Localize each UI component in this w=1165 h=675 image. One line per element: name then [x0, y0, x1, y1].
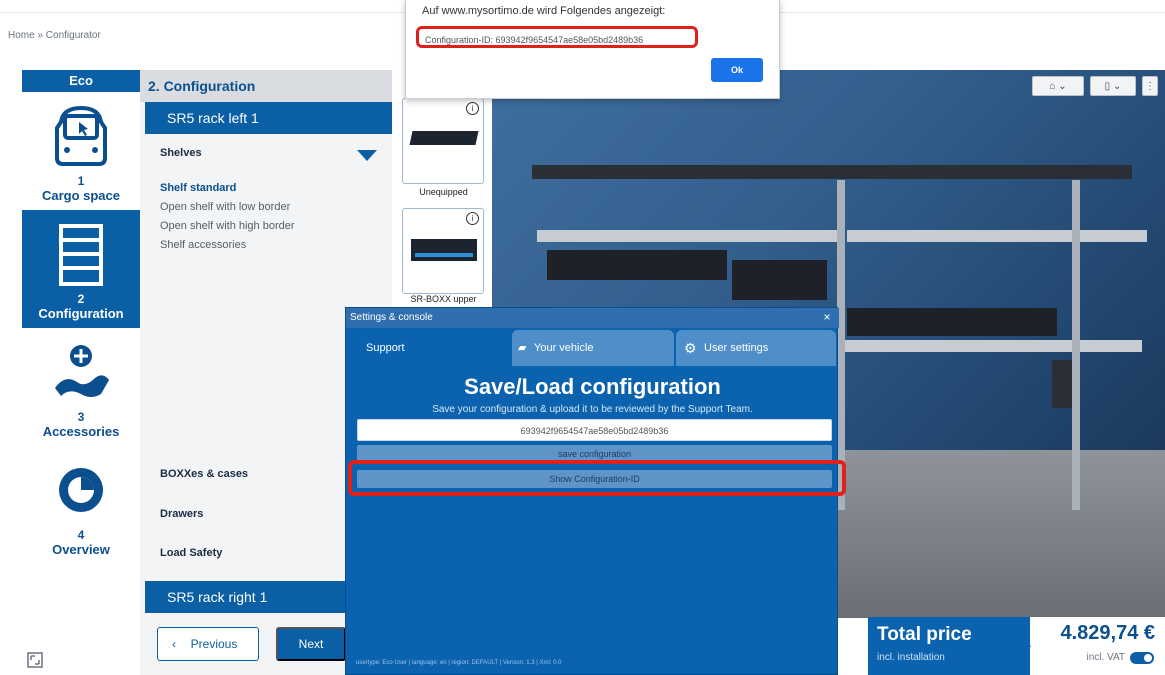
step-sidebar: Eco 1 Cargo space 2 Configuration 3 Acce… [22, 70, 140, 675]
accessories-icon [55, 345, 109, 397]
shelves-section[interactable]: Shelves [145, 147, 392, 159]
step-cargo-space[interactable]: 1 Cargo space [22, 92, 140, 210]
gear-icon: ⚙ [684, 340, 697, 356]
total-price-title: Total price [877, 624, 972, 645]
boxx-row [547, 250, 727, 280]
vat-label: incl. VAT [1086, 652, 1125, 663]
price-arrow [1005, 617, 1031, 675]
dialog-title: Settings & console [346, 308, 839, 328]
load-strap [1052, 360, 1072, 408]
sidebar-header: Eco [22, 70, 140, 92]
configuration-heading: 2. Configuration [140, 70, 392, 102]
boxx-image-accent [415, 253, 473, 257]
more-options-button[interactable]: ⋮ [1142, 76, 1158, 96]
boxx-row [732, 260, 827, 300]
rack-top-shelf [532, 165, 1132, 179]
tab-label: User settings [704, 342, 769, 354]
thumb-srboxx-upper[interactable]: i [402, 208, 484, 294]
browser-alert: Auf www.mysortimo.de wird Folgendes ange… [405, 0, 780, 99]
dialog-subtitle: Save your configuration & upload it to b… [432, 404, 753, 415]
alert-message: Configuration-ID: 693942f9654547ae58e05b… [416, 26, 698, 48]
step-accessories[interactable]: 3 Accessories [22, 328, 140, 446]
step-label: Configuration [38, 306, 124, 321]
breadcrumb[interactable]: Home » Configurator [8, 30, 101, 41]
thumb-caption: SR-BOXX upper [410, 294, 477, 304]
highlight-box [348, 460, 846, 496]
alert-ok-button[interactable]: Ok [711, 58, 763, 82]
rack-upright [1072, 180, 1080, 510]
step-number: 3 [77, 410, 85, 424]
rack-shelf [537, 230, 837, 242]
thumb-unequipped[interactable]: i [402, 98, 484, 184]
alert-title: Auf www.mysortimo.de wird Folgendes ange… [422, 5, 666, 17]
step-number: 4 [77, 528, 85, 542]
next-button[interactable]: Next [276, 627, 346, 661]
step-number: 2 [77, 292, 85, 306]
rack-icon: ▯ ⌄ [1104, 81, 1122, 92]
shelf-option[interactable]: Shelf accessories [160, 239, 246, 251]
configuration-id-field[interactable]: 693942f9654547ae58e05bd2489b36 [357, 419, 832, 441]
product-thumbnails: i Unequipped i SR-BOXX upper [395, 97, 492, 317]
shelf-option[interactable]: Shelf standard [160, 182, 236, 194]
thumb-caption: Unequipped [419, 187, 468, 197]
total-price-subtitle: incl. installation [877, 652, 945, 663]
shelf-option[interactable]: Open shelf with low border [160, 201, 290, 213]
van-icon [55, 105, 107, 166]
tab-support[interactable]: Support [356, 330, 511, 366]
close-icon[interactable]: × [820, 310, 834, 324]
boxx-image [411, 239, 477, 261]
step-label: Cargo space [41, 188, 121, 203]
step-configuration[interactable]: 2 Configuration [22, 210, 140, 328]
eye-icon [59, 468, 103, 512]
step-number: 1 [77, 174, 85, 188]
dialog-footer-info: usertype: Eco User | language: en | regi… [356, 660, 562, 666]
dialog-heading: Save/Load configuration [464, 374, 721, 399]
tab-your-vehicle[interactable]: ▰ Your vehicle [512, 330, 674, 366]
camera-icon: ⌂ ⌄ [1049, 81, 1067, 92]
rack-left-header[interactable]: SR5 rack left 1 [145, 102, 392, 134]
tab-label: Your vehicle [534, 342, 594, 354]
rack-shelf [847, 230, 1147, 242]
kebab-icon: ⋮ [1145, 81, 1155, 92]
shelf-option[interactable]: Open shelf with high border [160, 220, 295, 232]
view-mode-dropdown[interactable]: ⌂ ⌄ [1032, 76, 1084, 96]
shelf-image [409, 131, 479, 145]
rack-view-dropdown[interactable]: ▯ ⌄ [1090, 76, 1136, 96]
info-icon[interactable]: i [466, 212, 479, 225]
van-icon: ▰ [518, 342, 527, 354]
step-overview[interactable]: 4 Overview [22, 446, 140, 564]
boxx-row [847, 308, 1057, 336]
fullscreen-icon[interactable] [27, 652, 43, 668]
chevron-left-icon: ‹ [172, 637, 176, 651]
tab-user-settings[interactable]: ⚙ User settings [676, 330, 836, 366]
vat-toggle[interactable] [1130, 652, 1154, 664]
info-icon[interactable]: i [466, 102, 479, 115]
previous-label: Previous [190, 637, 238, 651]
shelving-icon [59, 224, 103, 286]
collapse-arrow-icon[interactable] [357, 150, 377, 161]
step-label: Overview [52, 542, 110, 557]
total-price-value: 4.829,74 € [1060, 622, 1155, 644]
previous-button[interactable]: ‹ Previous [157, 627, 259, 661]
step-label: Accessories [42, 424, 120, 439]
rack-shelf [842, 340, 1142, 352]
